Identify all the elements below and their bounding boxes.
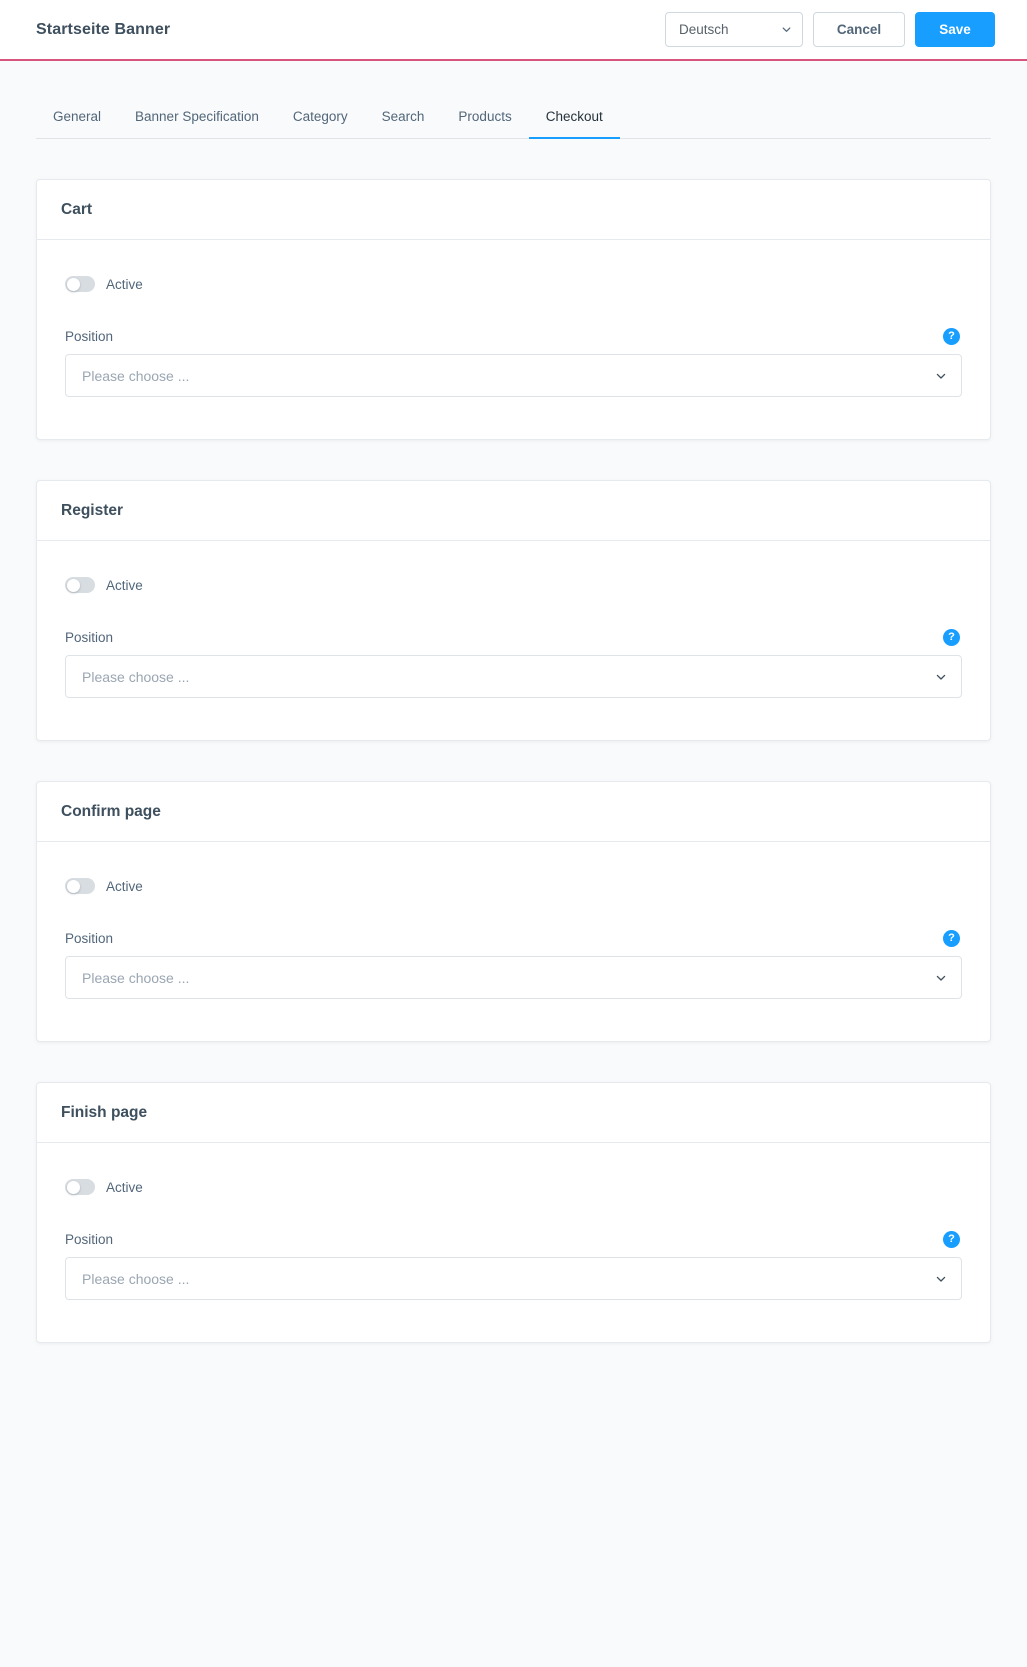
help-icon[interactable]: ?: [943, 328, 960, 345]
card-title: Register: [61, 502, 124, 519]
tab-bar: General Banner Specification Category Se…: [36, 61, 991, 139]
active-switch-field: Active: [65, 878, 962, 894]
active-toggle-label: Active: [106, 577, 143, 593]
toggle-knob: [66, 1180, 80, 1194]
position-select[interactable]: Please choose ...: [65, 956, 962, 999]
page-title: Startseite Banner: [36, 20, 171, 38]
cancel-button[interactable]: Cancel: [813, 12, 905, 47]
chevron-down-icon: [935, 1273, 947, 1285]
card-header: Cart: [37, 180, 990, 240]
help-icon[interactable]: ?: [943, 930, 960, 947]
position-select-value: Please choose ...: [82, 969, 190, 986]
chevron-down-icon: [935, 671, 947, 683]
card-cart: Cart Active Position ? Please choose ...: [36, 179, 991, 440]
app-header: Startseite Banner Deutsch Cancel Save: [0, 0, 1027, 61]
position-label-row: Position ?: [65, 328, 962, 345]
position-select[interactable]: Please choose ...: [65, 1257, 962, 1300]
active-switch-field: Active: [65, 276, 962, 292]
active-switch-field: Active: [65, 1179, 962, 1195]
chevron-down-icon: [935, 370, 947, 382]
tab-checkout[interactable]: Checkout: [528, 109, 620, 139]
language-select-value: Deutsch: [679, 22, 729, 37]
card-header: Confirm page: [37, 782, 990, 842]
toggle-knob: [66, 879, 80, 893]
card-body: Active Position ? Please choose ...: [37, 1143, 990, 1342]
card-title: Finish page: [61, 1104, 148, 1121]
position-label: Position: [65, 1232, 114, 1247]
active-switch-field: Active: [65, 577, 962, 593]
active-toggle[interactable]: [65, 878, 95, 894]
position-label-row: Position ?: [65, 1231, 962, 1248]
card-confirm-page: Confirm page Active Position ? Please ch…: [36, 781, 991, 1042]
card-register: Register Active Position ? Please choose…: [36, 480, 991, 741]
position-select[interactable]: Please choose ...: [65, 354, 962, 397]
active-toggle-label: Active: [106, 1179, 143, 1195]
position-label-row: Position ?: [65, 629, 962, 646]
toggle-knob: [66, 578, 80, 592]
active-toggle-label: Active: [106, 878, 143, 894]
card-body: Active Position ? Please choose ...: [37, 541, 990, 740]
active-toggle[interactable]: [65, 577, 95, 593]
position-select-value: Please choose ...: [82, 668, 190, 685]
card-body: Active Position ? Please choose ...: [37, 842, 990, 1041]
card-title: Confirm page: [61, 803, 161, 820]
card-title: Cart: [61, 201, 93, 218]
chevron-down-icon: [935, 972, 947, 984]
header-actions: Deutsch Cancel Save: [665, 12, 995, 47]
position-select-value: Please choose ...: [82, 1270, 190, 1287]
position-label: Position: [65, 630, 114, 645]
toggle-knob: [66, 277, 80, 291]
card-header: Finish page: [37, 1083, 990, 1143]
tab-products[interactable]: Products: [441, 109, 528, 139]
card-body: Active Position ? Please choose ...: [37, 240, 990, 439]
position-label: Position: [65, 329, 114, 344]
card-finish-page: Finish page Active Position ? Please cho…: [36, 1082, 991, 1343]
save-button[interactable]: Save: [915, 12, 995, 47]
card-header: Register: [37, 481, 990, 541]
tab-banner-specification[interactable]: Banner Specification: [118, 109, 276, 139]
position-select[interactable]: Please choose ...: [65, 655, 962, 698]
active-toggle-label: Active: [106, 276, 143, 292]
position-label: Position: [65, 931, 114, 946]
language-select[interactable]: Deutsch: [665, 12, 803, 47]
tab-search[interactable]: Search: [365, 109, 442, 139]
position-label-row: Position ?: [65, 930, 962, 947]
page-content: General Banner Specification Category Se…: [0, 61, 1027, 1343]
active-toggle[interactable]: [65, 276, 95, 292]
chevron-down-icon: [781, 24, 792, 35]
position-select-value: Please choose ...: [82, 367, 190, 384]
tab-general[interactable]: General: [36, 109, 118, 139]
help-icon[interactable]: ?: [943, 1231, 960, 1248]
help-icon[interactable]: ?: [943, 629, 960, 646]
active-toggle[interactable]: [65, 1179, 95, 1195]
tab-category[interactable]: Category: [276, 109, 365, 139]
